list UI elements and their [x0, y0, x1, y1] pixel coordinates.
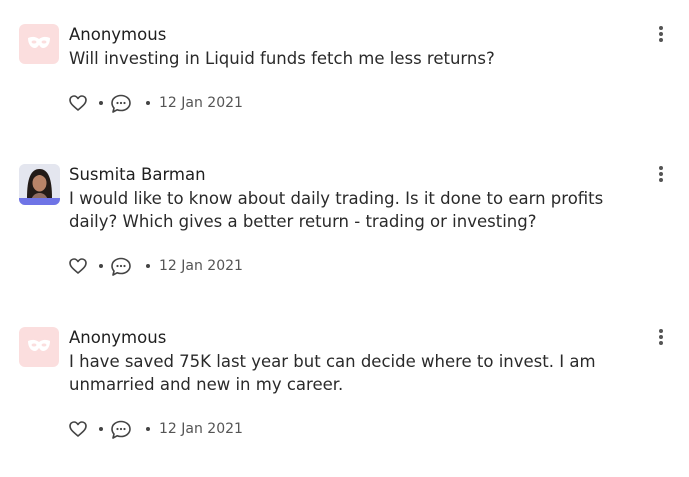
comment-icon — [111, 94, 131, 113]
comment-button[interactable] — [109, 93, 133, 115]
more-vertical-icon[interactable] — [653, 163, 669, 185]
separator-dot — [146, 427, 150, 431]
separator-dot — [99, 427, 103, 431]
post-text[interactable]: I would like to know about daily trading… — [69, 187, 644, 233]
post-text-line: I have saved 75K last year but can decid… — [69, 352, 596, 371]
heart-icon — [69, 258, 87, 274]
more-vertical-icon[interactable] — [653, 23, 669, 45]
post-text-line: Will investing in Liquid funds fetch me … — [69, 49, 495, 68]
post-text-line: daily? Which gives a better return - tra… — [69, 212, 537, 231]
author-name[interactable]: Anonymous — [69, 327, 166, 349]
separator-dot — [99, 264, 103, 268]
comment-icon — [111, 420, 131, 439]
heart-icon — [69, 95, 87, 111]
post-text[interactable]: I have saved 75K last year but can decid… — [69, 350, 644, 396]
heart-icon — [69, 421, 87, 437]
more-vertical-icon[interactable] — [653, 326, 669, 348]
separator-dot — [146, 264, 150, 268]
profile-badge — [19, 198, 60, 205]
post-card: Anonymous I have saved 75K last year but… — [0, 327, 689, 477]
post-date: 12 Jan 2021 — [159, 258, 243, 274]
separator-dot — [146, 101, 150, 105]
post-date: 12 Jan 2021 — [159, 421, 243, 437]
author-name[interactable]: Anonymous — [69, 24, 166, 46]
like-button[interactable] — [68, 94, 88, 112]
comment-button[interactable] — [109, 256, 133, 278]
avatar[interactable] — [19, 164, 60, 205]
like-button[interactable] — [68, 420, 88, 438]
avatar[interactable] — [19, 327, 59, 367]
separator-dot — [99, 101, 103, 105]
post-text[interactable]: Will investing in Liquid funds fetch me … — [69, 47, 644, 70]
avatar[interactable] — [19, 24, 59, 64]
post-date: 12 Jan 2021 — [159, 95, 243, 111]
like-button[interactable] — [68, 257, 88, 275]
anonymous-mask-icon — [28, 36, 50, 48]
post-text-line: unmarried and new in my career. — [69, 375, 344, 394]
comment-icon — [111, 257, 131, 276]
post-card: Susmita Barman I would like to know abou… — [0, 164, 689, 314]
post-text-line: I would like to know about daily trading… — [69, 189, 604, 208]
post-card: Anonymous Will investing in Liquid funds… — [0, 24, 689, 174]
anonymous-mask-icon — [28, 339, 50, 351]
author-name[interactable]: Susmita Barman — [69, 164, 206, 186]
comment-button[interactable] — [109, 419, 133, 441]
